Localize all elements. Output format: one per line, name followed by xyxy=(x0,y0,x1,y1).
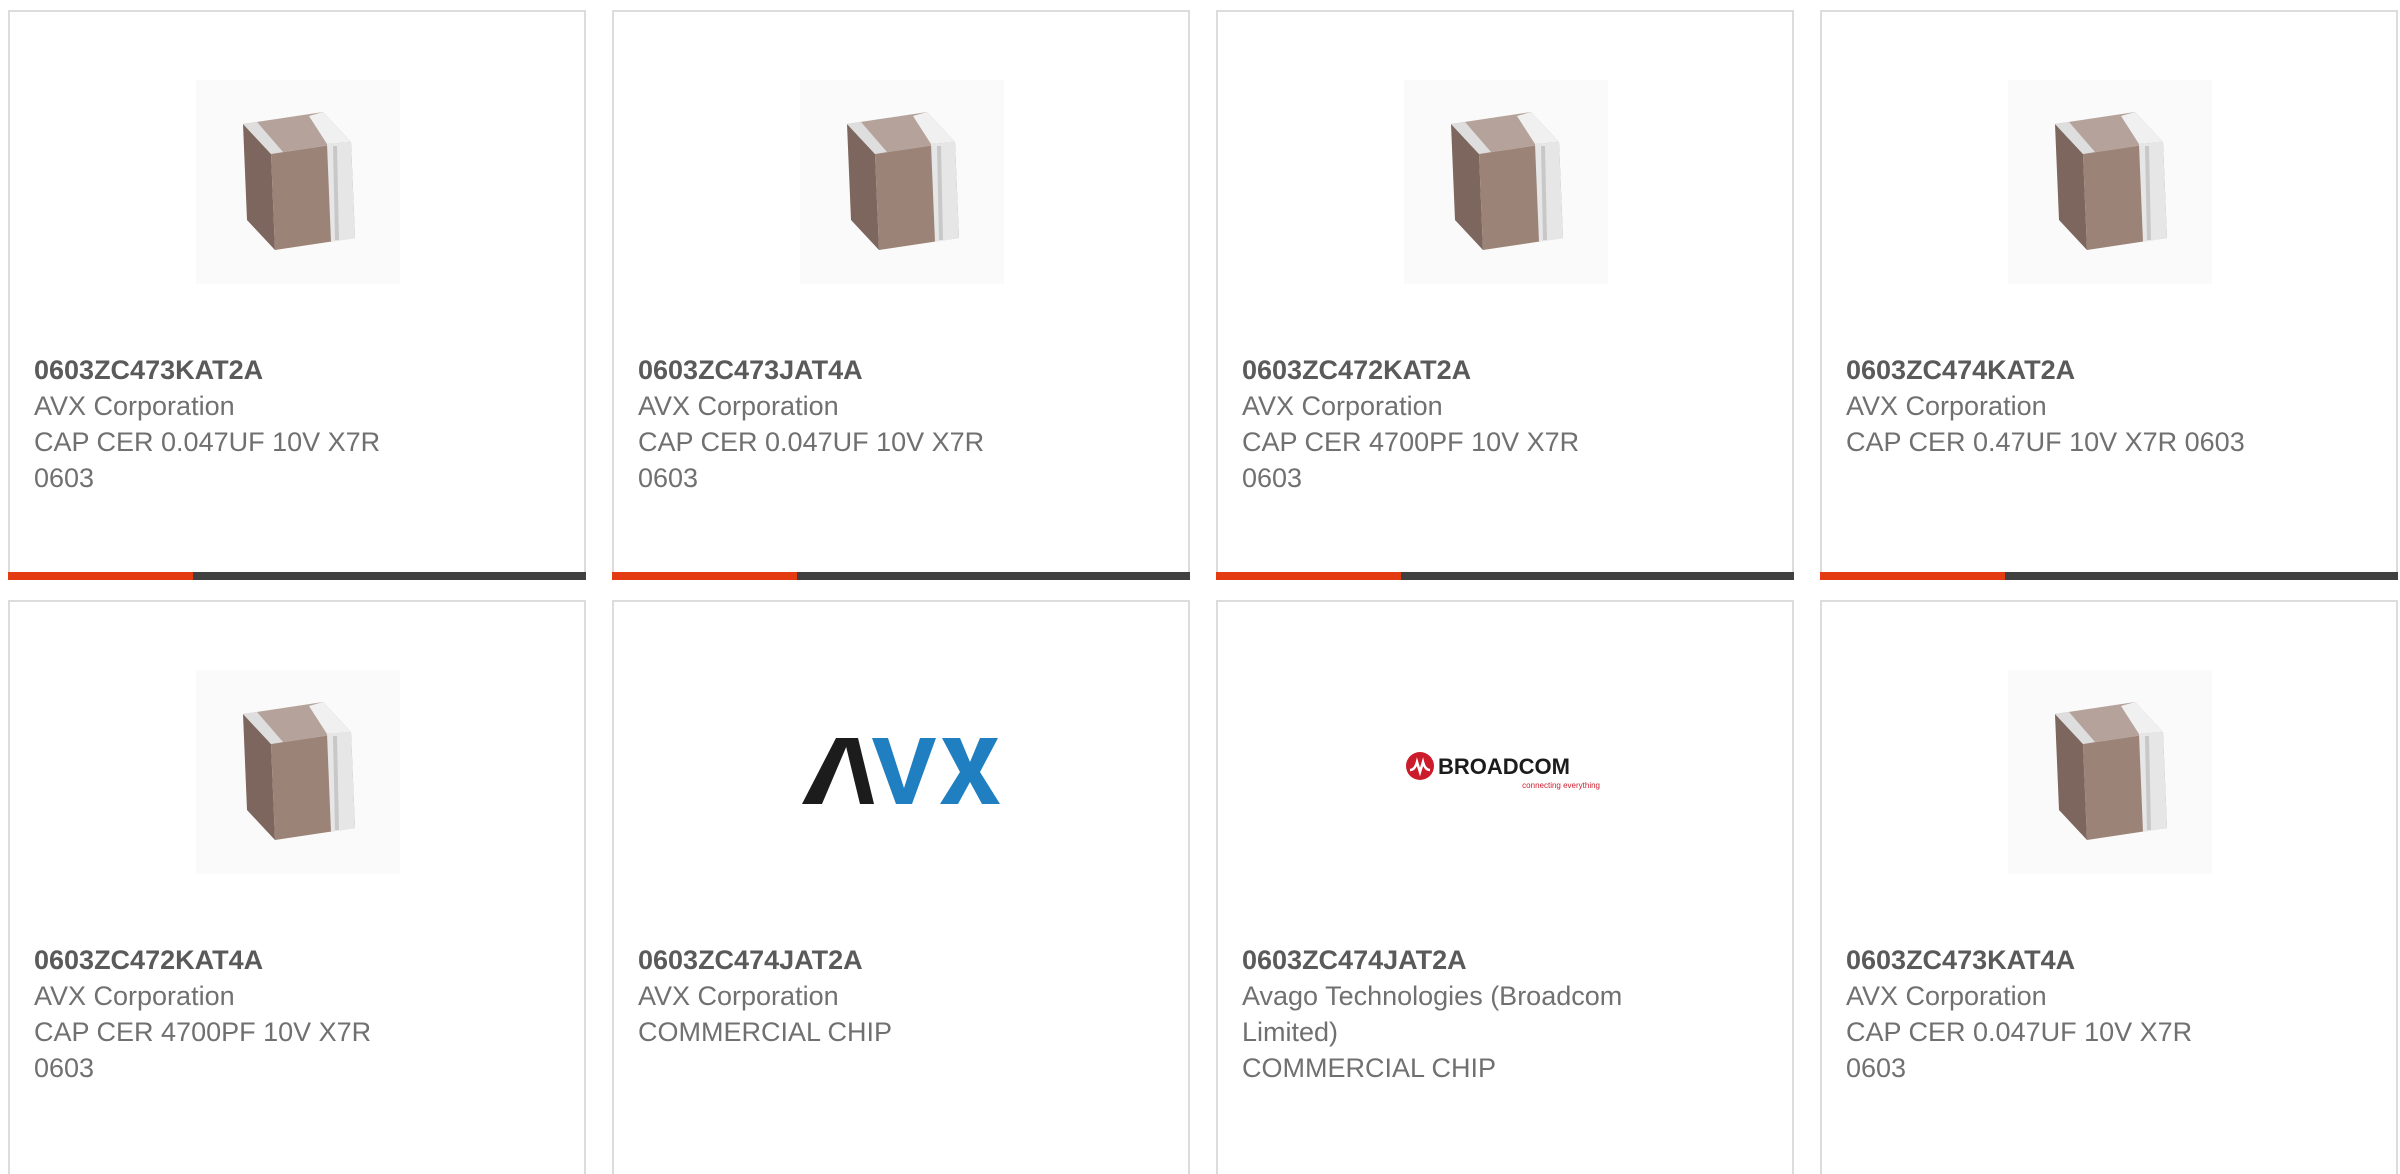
product-info: 0603ZC474KAT2A AVX Corporation CAP CER 0… xyxy=(1846,352,2246,460)
part-number[interactable]: 0603ZC473JAT4A xyxy=(638,352,1038,388)
product-card[interactable]: 0603ZC472KAT2A AVX Corporation CAP CER 4… xyxy=(1216,10,1794,580)
ceramic-capacitor-image[interactable] xyxy=(2008,670,2212,874)
part-number[interactable]: 0603ZC473KAT2A xyxy=(34,352,434,388)
part-number[interactable]: 0603ZC474JAT2A xyxy=(1242,942,1642,978)
ceramic-capacitor-image[interactable] xyxy=(2008,80,2212,284)
product-card[interactable]: BROADCOM connecting everything 0603ZC474… xyxy=(1216,600,1794,1174)
manufacturer: Avago Technologies (Broadcom Limited) xyxy=(1242,981,1623,1047)
ceramic-capacitor-image[interactable] xyxy=(800,80,1004,284)
manufacturer: AVX Corporation xyxy=(1846,391,2047,421)
progress-fill xyxy=(1216,572,1401,580)
progress-bar xyxy=(1820,572,2398,580)
description: CAP CER 0.047UF 10V X7R 0603 xyxy=(1846,1017,2193,1083)
manufacturer: AVX Corporation xyxy=(1242,391,1443,421)
progress-bar xyxy=(1216,572,1794,580)
product-card[interactable]: 0603ZC473JAT4A AVX Corporation CAP CER 0… xyxy=(612,10,1190,580)
progress-bar xyxy=(612,572,1190,580)
manufacturer: AVX Corporation xyxy=(638,391,839,421)
part-number[interactable]: 0603ZC474JAT2A xyxy=(638,942,1038,978)
product-info: 0603ZC474JAT2A AVX Corporation COMMERCIA… xyxy=(638,942,1038,1050)
part-number[interactable]: 0603ZC473KAT4A xyxy=(1846,942,2246,978)
description: CAP CER 0.047UF 10V X7R 0603 xyxy=(34,427,381,493)
product-card[interactable]: 0603ZC474KAT2A AVX Corporation CAP CER 0… xyxy=(1820,10,2398,580)
ceramic-capacitor-image[interactable] xyxy=(196,670,400,874)
ceramic-capacitor-image[interactable] xyxy=(1404,80,1608,284)
product-info: 0603ZC472KAT4A AVX Corporation CAP CER 4… xyxy=(34,942,434,1086)
progress-fill xyxy=(1820,572,2005,580)
product-card[interactable]: 0603ZC473KAT2A AVX Corporation CAP CER 0… xyxy=(8,10,586,580)
product-info: 0603ZC473JAT4A AVX Corporation CAP CER 0… xyxy=(638,352,1038,496)
product-info: 0603ZC473KAT2A AVX Corporation CAP CER 0… xyxy=(34,352,434,496)
progress-fill xyxy=(612,572,797,580)
svg-text:BROADCOM: BROADCOM xyxy=(1438,754,1570,779)
product-card[interactable]: 0603ZC473KAT4A AVX Corporation CAP CER 0… xyxy=(1820,600,2398,1174)
description: CAP CER 0.47UF 10V X7R 0603 xyxy=(1846,427,2245,457)
part-number[interactable]: 0603ZC472KAT4A xyxy=(34,942,434,978)
product-info: 0603ZC472KAT2A AVX Corporation CAP CER 4… xyxy=(1242,352,1642,496)
part-number[interactable]: 0603ZC474KAT2A xyxy=(1846,352,2246,388)
ceramic-capacitor-image[interactable] xyxy=(196,80,400,284)
part-number[interactable]: 0603ZC472KAT2A xyxy=(1242,352,1642,388)
manufacturer: AVX Corporation xyxy=(34,391,235,421)
product-grid: 0603ZC473KAT2A AVX Corporation CAP CER 0… xyxy=(8,10,2398,1174)
description: COMMERCIAL CHIP xyxy=(638,1017,893,1047)
broadcom-logo[interactable]: BROADCOM connecting everything xyxy=(1404,670,1608,874)
description: CAP CER 4700PF 10V X7R 0603 xyxy=(1242,427,1580,493)
description: COMMERCIAL CHIP xyxy=(1242,1053,1497,1083)
avx-logo[interactable] xyxy=(800,670,1004,874)
manufacturer: AVX Corporation xyxy=(1846,981,2047,1011)
description: CAP CER 4700PF 10V X7R 0603 xyxy=(34,1017,372,1083)
progress-bar xyxy=(8,572,586,580)
product-info: 0603ZC473KAT4A AVX Corporation CAP CER 0… xyxy=(1846,942,2246,1086)
manufacturer: AVX Corporation xyxy=(34,981,235,1011)
progress-fill xyxy=(8,572,193,580)
product-card[interactable]: 0603ZC472KAT4A AVX Corporation CAP CER 4… xyxy=(8,600,586,1174)
product-info: 0603ZC474JAT2A Avago Technologies (Broad… xyxy=(1242,942,1642,1086)
manufacturer: AVX Corporation xyxy=(638,981,839,1011)
description: CAP CER 0.047UF 10V X7R 0603 xyxy=(638,427,985,493)
svg-text:connecting everything: connecting everything xyxy=(1522,781,1600,790)
product-card[interactable]: 0603ZC474JAT2A AVX Corporation COMMERCIA… xyxy=(612,600,1190,1174)
